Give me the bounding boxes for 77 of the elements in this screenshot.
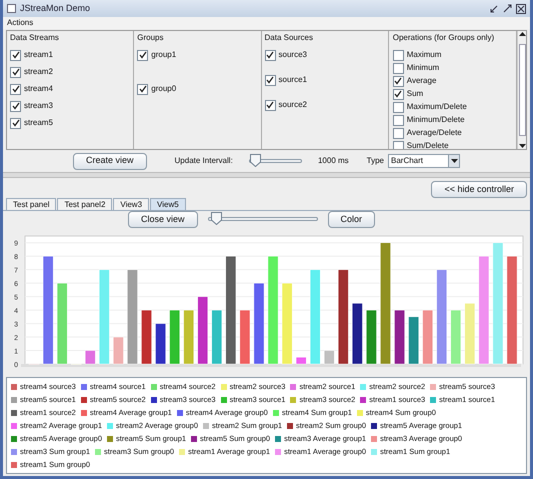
checkbox[interactable]	[392, 140, 404, 149]
window-title: JStreaMon Demo	[20, 2, 92, 15]
caret-icon	[450, 159, 458, 164]
panel-title: Operations (for Groups only)	[392, 32, 496, 44]
checkbox[interactable]	[392, 114, 404, 126]
tab[interactable]: View5	[150, 198, 186, 210]
check-icon	[138, 51, 147, 59]
check-icon	[266, 101, 274, 109]
slider-thumb[interactable]	[210, 212, 222, 226]
panel-title: Data Streams	[10, 32, 60, 44]
arrow-up-icon[interactable]	[518, 31, 526, 37]
checkbox[interactable]	[392, 128, 404, 138]
slider-thumb[interactable]	[250, 154, 261, 168]
close-icon[interactable]	[516, 4, 526, 14]
checkbox-label: Maximum	[406, 49, 442, 61]
interval-label: Update Intervall:	[174, 155, 233, 168]
tab[interactable]: Test panel	[6, 198, 56, 210]
checkbox[interactable]	[264, 100, 276, 110]
checkbox[interactable]	[10, 100, 21, 112]
checkbox[interactable]	[137, 50, 148, 60]
checkbox[interactable]	[264, 50, 276, 60]
hide-controller-button[interactable]: << hide controller	[431, 180, 527, 198]
checkbox-label: stream3	[24, 100, 53, 112]
check-icon	[12, 68, 20, 76]
checkbox-label: Average	[406, 75, 436, 87]
checkbox[interactable]	[10, 50, 21, 60]
window-icon	[7, 4, 16, 13]
minimize-icon[interactable]	[490, 4, 499, 13]
checkbox-label: source2	[278, 99, 307, 111]
checkbox-label: stream5	[24, 117, 53, 129]
checkbox[interactable]	[264, 74, 276, 86]
checkbox[interactable]	[10, 66, 21, 78]
check-icon	[266, 51, 274, 59]
panel-title: Groups	[137, 32, 164, 44]
type-label: Type	[366, 155, 384, 168]
menu-item[interactable]: Actions	[7, 17, 34, 29]
checkbox[interactable]	[10, 84, 21, 94]
checkbox-label: group1	[151, 49, 176, 61]
checkbox[interactable]	[392, 50, 404, 60]
checkbox-label: Maximum/Delete	[406, 101, 467, 113]
color-button[interactable]: Color	[328, 210, 376, 228]
checkbox-label: Minimum	[406, 62, 440, 74]
checkbox-label: Sum/Delete	[406, 140, 449, 149]
close-view-button[interactable]: Close view	[128, 210, 198, 228]
checkbox[interactable]	[10, 118, 21, 128]
maximize-icon[interactable]	[503, 4, 512, 13]
arrow-down-icon[interactable]	[518, 143, 526, 149]
checkbox-label: stream1	[24, 49, 53, 61]
type-dropdown[interactable]: BarChart	[388, 154, 460, 168]
checkbox-label: stream2	[24, 66, 53, 78]
interval-reading: 1000 ms	[318, 155, 349, 168]
checkbox-label: source1	[278, 74, 307, 86]
check-icon	[12, 85, 20, 93]
checkbox-label: source3	[278, 49, 307, 61]
scrollbar-thumb[interactable]	[518, 44, 526, 136]
tab[interactable]: Test panel2	[57, 198, 112, 210]
check-icon	[12, 51, 20, 59]
tab[interactable]: View3	[113, 198, 150, 210]
checkbox[interactable]	[392, 76, 404, 86]
check-icon	[138, 85, 147, 93]
checkbox-label: group0	[151, 83, 176, 95]
panel-title: Data Sources	[264, 32, 314, 44]
create-view-button[interactable]: Create view	[73, 152, 147, 170]
checkbox[interactable]	[392, 88, 404, 100]
checkbox-label: stream4	[24, 83, 53, 95]
slider[interactable]	[208, 212, 318, 226]
slider[interactable]	[248, 154, 302, 168]
checkbox[interactable]	[137, 84, 148, 94]
check-icon	[266, 76, 274, 84]
checkbox-label: Minimum/Delete	[406, 114, 465, 126]
checkbox-label: Average/Delete	[406, 127, 462, 139]
check-icon	[12, 119, 20, 127]
checkbox[interactable]	[392, 102, 404, 112]
scrollbar[interactable]	[517, 31, 526, 149]
check-icon	[12, 102, 20, 110]
checkbox-label: Sum	[406, 88, 424, 100]
checkbox[interactable]	[392, 62, 404, 74]
